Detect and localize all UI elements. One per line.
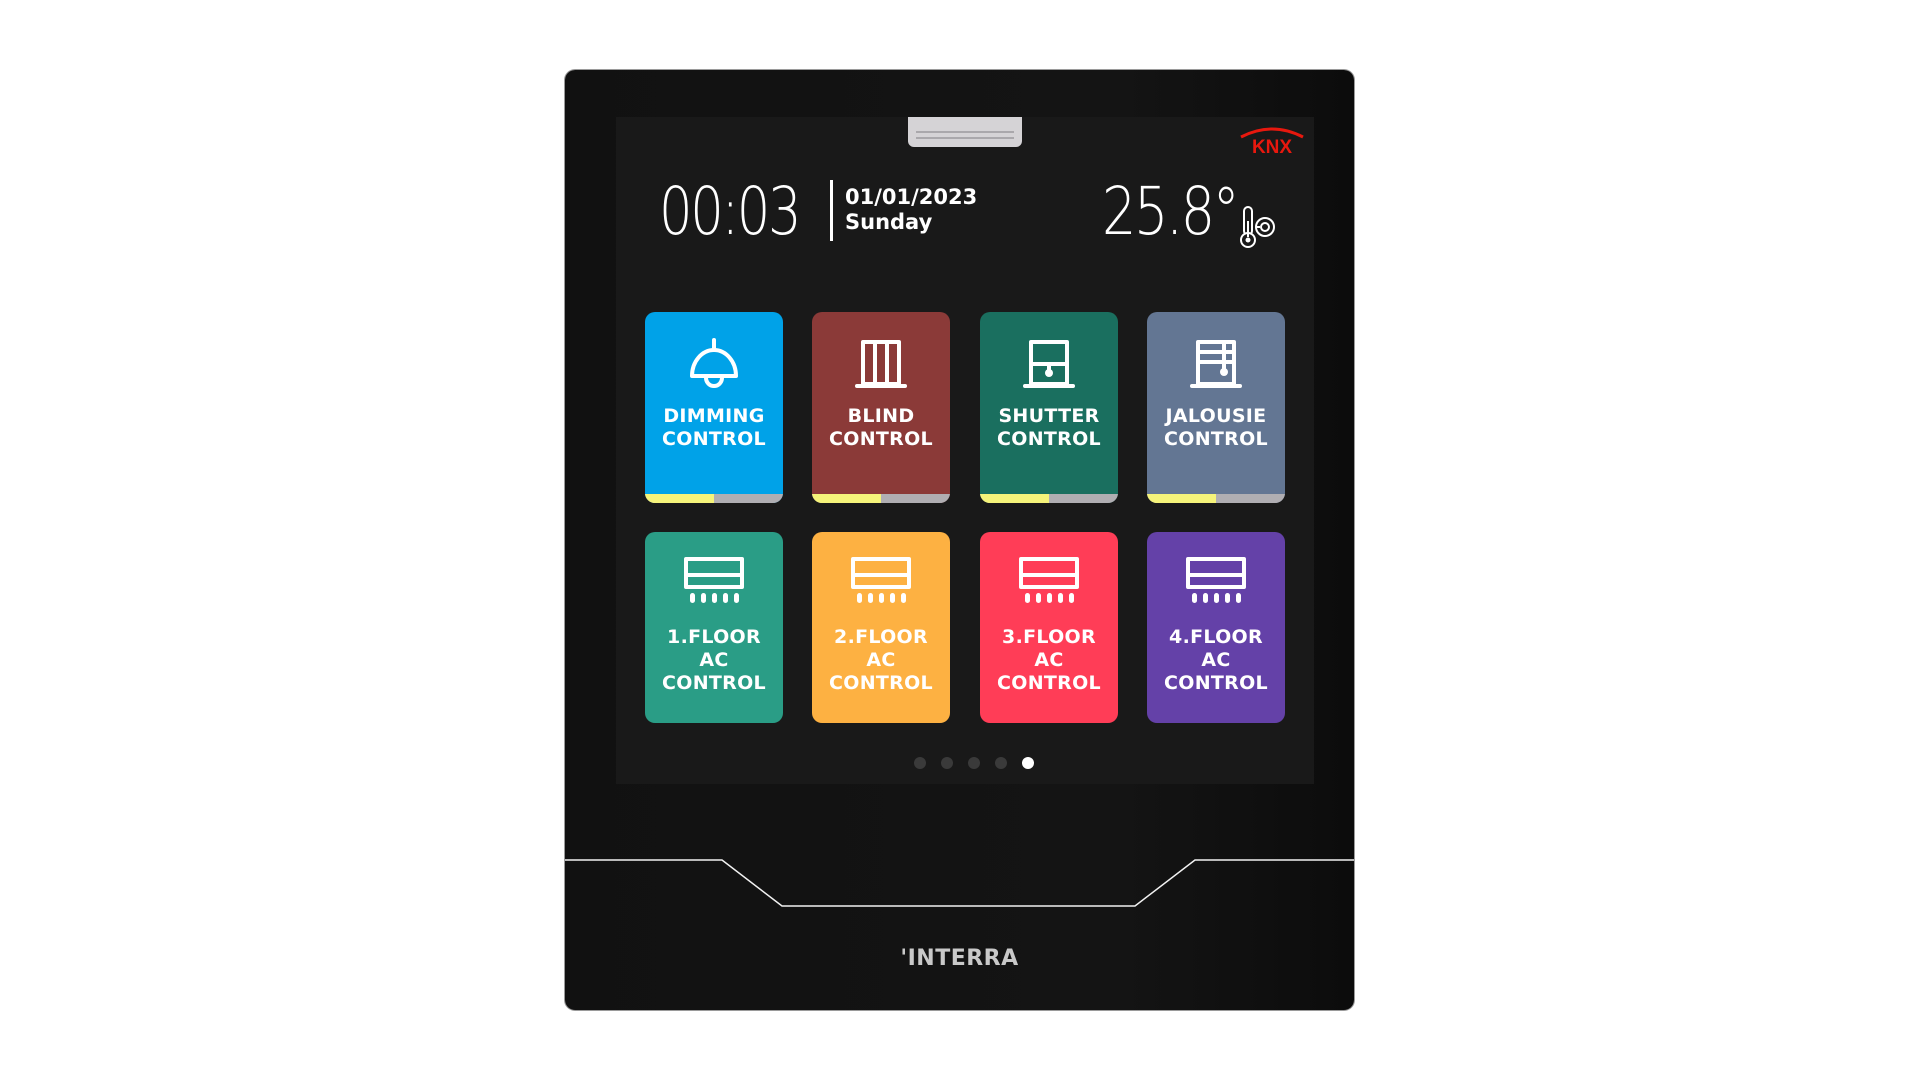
page-dot-1[interactable] [914, 757, 926, 769]
progress-fill [812, 494, 881, 503]
tile-4-floor-ac-control[interactable]: 4.FLOOR AC CONTROL [1147, 532, 1285, 723]
tile-3-floor-ac-control[interactable]: 3.FLOOR AC CONTROL [980, 532, 1118, 723]
progress-fill [645, 494, 714, 503]
tile-1-floor-ac-control[interactable]: 1.FLOOR AC CONTROL [645, 532, 783, 723]
temperature-reading: 25.8° [1102, 173, 1240, 250]
air-conditioner-icon [980, 557, 1118, 611]
tile-jalousie-control[interactable]: JALOUSIE CONTROL [1147, 312, 1285, 503]
page-dot-5[interactable] [1022, 757, 1034, 769]
jalousie-icon [1147, 338, 1285, 392]
page-dot-3[interactable] [968, 757, 980, 769]
tile-label: JALOUSIE CONTROL [1164, 405, 1268, 450]
pull-down-handle[interactable] [908, 117, 1022, 147]
knx-logo: KNX [1240, 127, 1304, 155]
page-dot-4[interactable] [995, 757, 1007, 769]
tile-label: DIMMING CONTROL [662, 405, 766, 450]
touch-screen: KNX 00:03 01/01/2023 Sunday 25.8° DIMMIN… [616, 117, 1314, 784]
date-block: 01/01/2023 Sunday [845, 185, 977, 235]
page-indicator [616, 757, 1314, 769]
knx-touch-panel: KNX 00:03 01/01/2023 Sunday 25.8° DIMMIN… [565, 70, 1354, 1010]
page-dot-2[interactable] [941, 757, 953, 769]
tile-label: 3.FLOOR AC CONTROL [997, 626, 1101, 694]
air-conditioner-icon [1147, 557, 1285, 611]
air-conditioner-icon [812, 557, 950, 611]
tile-dimming-control[interactable]: DIMMING CONTROL [645, 312, 783, 503]
blind-icon [812, 338, 950, 392]
date-text: 01/01/2023 [845, 185, 978, 209]
tile-label: 4.FLOOR AC CONTROL [1164, 626, 1268, 694]
progress-bar [1147, 494, 1285, 503]
bezel-decorative-line [565, 859, 1354, 907]
interra-brand-logo: 'INTERRA [900, 946, 1019, 971]
shutter-icon [980, 338, 1118, 392]
handle-line [916, 131, 1014, 133]
clock-time: 00:03 [659, 173, 802, 250]
tile-blind-control[interactable]: BLIND CONTROL [812, 312, 950, 503]
weekday-text: Sunday [845, 210, 933, 234]
progress-bar [645, 494, 783, 503]
tile-2-floor-ac-control[interactable]: 2.FLOOR AC CONTROL [812, 532, 950, 723]
header-divider [830, 180, 833, 241]
tile-label: BLIND CONTROL [829, 405, 933, 450]
thermometer-icon [1240, 206, 1275, 248]
progress-fill [980, 494, 1049, 503]
handle-line [916, 137, 1014, 139]
progress-fill [1147, 494, 1216, 503]
air-conditioner-icon [645, 557, 783, 611]
progress-bar [980, 494, 1118, 503]
progress-bar [812, 494, 950, 503]
tile-label: 1.FLOOR AC CONTROL [662, 626, 766, 694]
knx-logo-text: KNX [1252, 137, 1292, 155]
tile-label: SHUTTER CONTROL [997, 405, 1101, 450]
tile-shutter-control[interactable]: SHUTTER CONTROL [980, 312, 1118, 503]
tile-label: 2.FLOOR AC CONTROL [829, 626, 933, 694]
pendant-lamp-icon [645, 338, 783, 392]
